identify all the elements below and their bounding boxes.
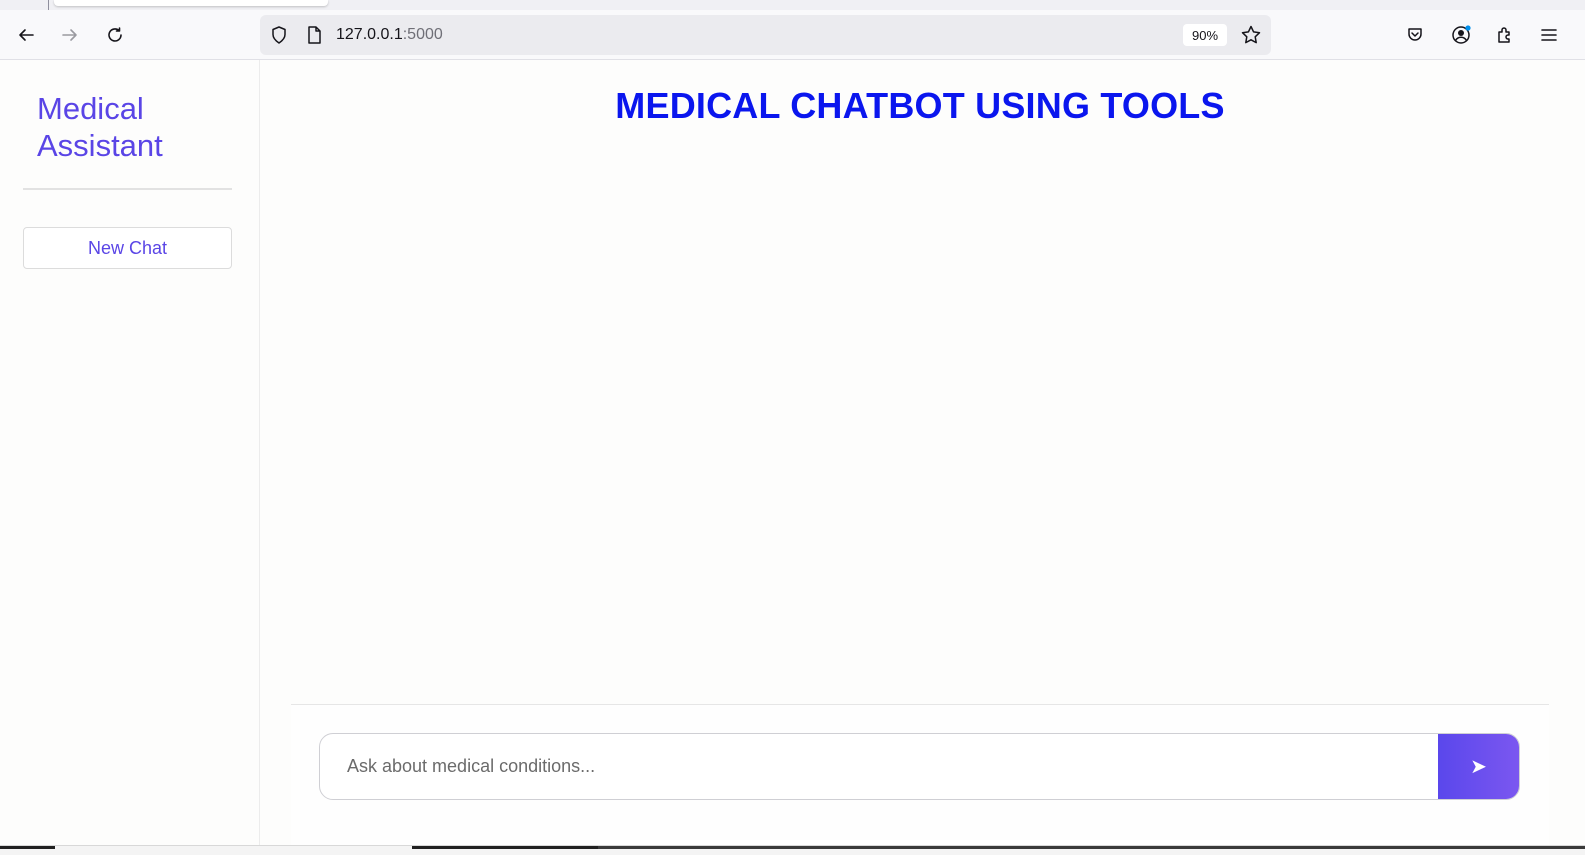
main-panel: MEDICAL CHATBOT USING TOOLS ➤ [261,60,1585,845]
input-panel: ➤ [291,704,1549,845]
taskbar-segment [0,846,55,849]
sidebar-divider [23,188,232,190]
star-icon[interactable] [1240,24,1262,46]
chat-messages-area[interactable] [291,170,1549,704]
brand-title: Medical Assistant [37,90,237,164]
send-button[interactable]: ➤ [1438,734,1519,799]
page-title: MEDICAL CHATBOT USING TOOLS [615,85,1225,126]
back-arrow-icon[interactable] [10,19,42,51]
brand-line-2: Assistant [37,128,163,163]
shield-icon[interactable] [269,25,289,45]
account-icon[interactable] [1445,19,1477,51]
chat-input-wrapper: ➤ [319,733,1520,800]
bottom-taskbar [0,845,1585,855]
forward-arrow-icon[interactable] [54,19,86,51]
send-icon: ➤ [1470,756,1487,778]
url-port: :5000 [402,26,443,43]
zoom-badge[interactable]: 90% [1183,24,1227,46]
taskbar-segment [598,846,1585,849]
brand-line-1: Medical [37,91,144,126]
url-text[interactable]: 127.0.0.1:5000 [336,26,443,44]
taskbar-segment [412,846,598,849]
page-icon[interactable] [304,25,324,45]
active-tab[interactable] [54,0,328,6]
tab-strip [0,0,1585,10]
chat-input[interactable] [320,734,1440,799]
extensions-icon[interactable] [1489,19,1521,51]
menu-icon[interactable] [1533,19,1565,51]
pocket-icon[interactable] [1399,19,1431,51]
sidebar: Medical Assistant New Chat [0,60,260,845]
url-host: 127.0.0.1 [336,26,403,43]
tab-divider [48,0,49,10]
browser-toolbar: 127.0.0.1:5000 90% [0,10,1585,60]
url-bar[interactable]: 127.0.0.1:5000 90% [260,15,1271,55]
new-chat-button[interactable]: New Chat [23,227,232,269]
reload-icon[interactable] [99,19,131,51]
